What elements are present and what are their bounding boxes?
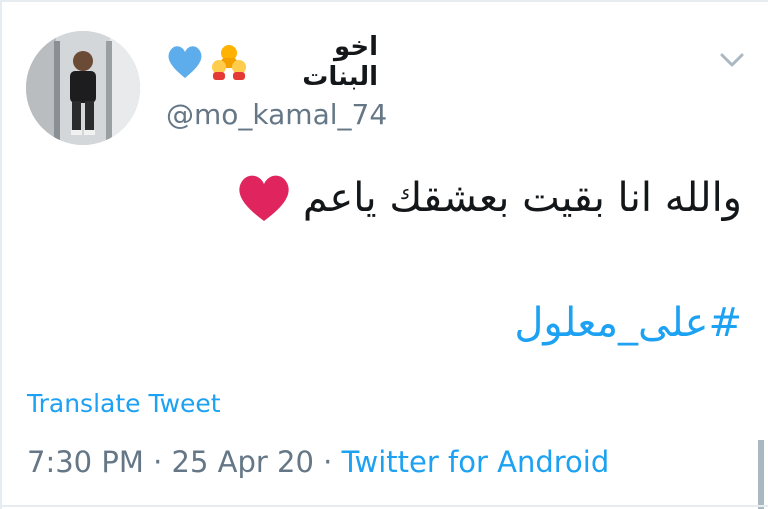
blue-heart-icon	[166, 44, 204, 80]
tweet-meta: 7:30 PM · 25 Apr 20 · Twitter for Androi…	[27, 445, 609, 479]
tweet-time: 7:30 PM	[27, 445, 144, 479]
translate-tweet-link[interactable]: Translate Tweet	[27, 389, 221, 418]
tweet-text: والله انا بقيت بعشقك ياعم	[302, 175, 742, 221]
tweet-body: والله انا بقيت بعشقك ياعم	[235, 172, 742, 224]
meta-separator: ·	[323, 445, 333, 479]
meta-separator: ·	[153, 445, 163, 479]
bottom-divider	[0, 505, 768, 507]
display-name-row[interactable]: اخو البنات	[166, 32, 378, 92]
top-edge	[0, 0, 768, 2]
display-name: اخو البنات	[302, 32, 378, 92]
chevron-down-icon[interactable]	[716, 46, 748, 74]
tweet-source-link[interactable]: Twitter for Android	[342, 445, 610, 479]
left-edge	[0, 0, 2, 509]
tweet-date: 25 Apr 20	[171, 445, 314, 479]
red-heart-icon	[235, 172, 293, 224]
user-handle[interactable]: @mo_kamal_74	[166, 98, 387, 131]
scrollbar[interactable]	[758, 440, 764, 509]
family-emoji-icon	[210, 44, 248, 80]
profile-avatar[interactable]	[26, 31, 140, 145]
hashtag-link[interactable]: #على_معلول	[514, 300, 742, 346]
avatar-photo	[26, 31, 140, 145]
